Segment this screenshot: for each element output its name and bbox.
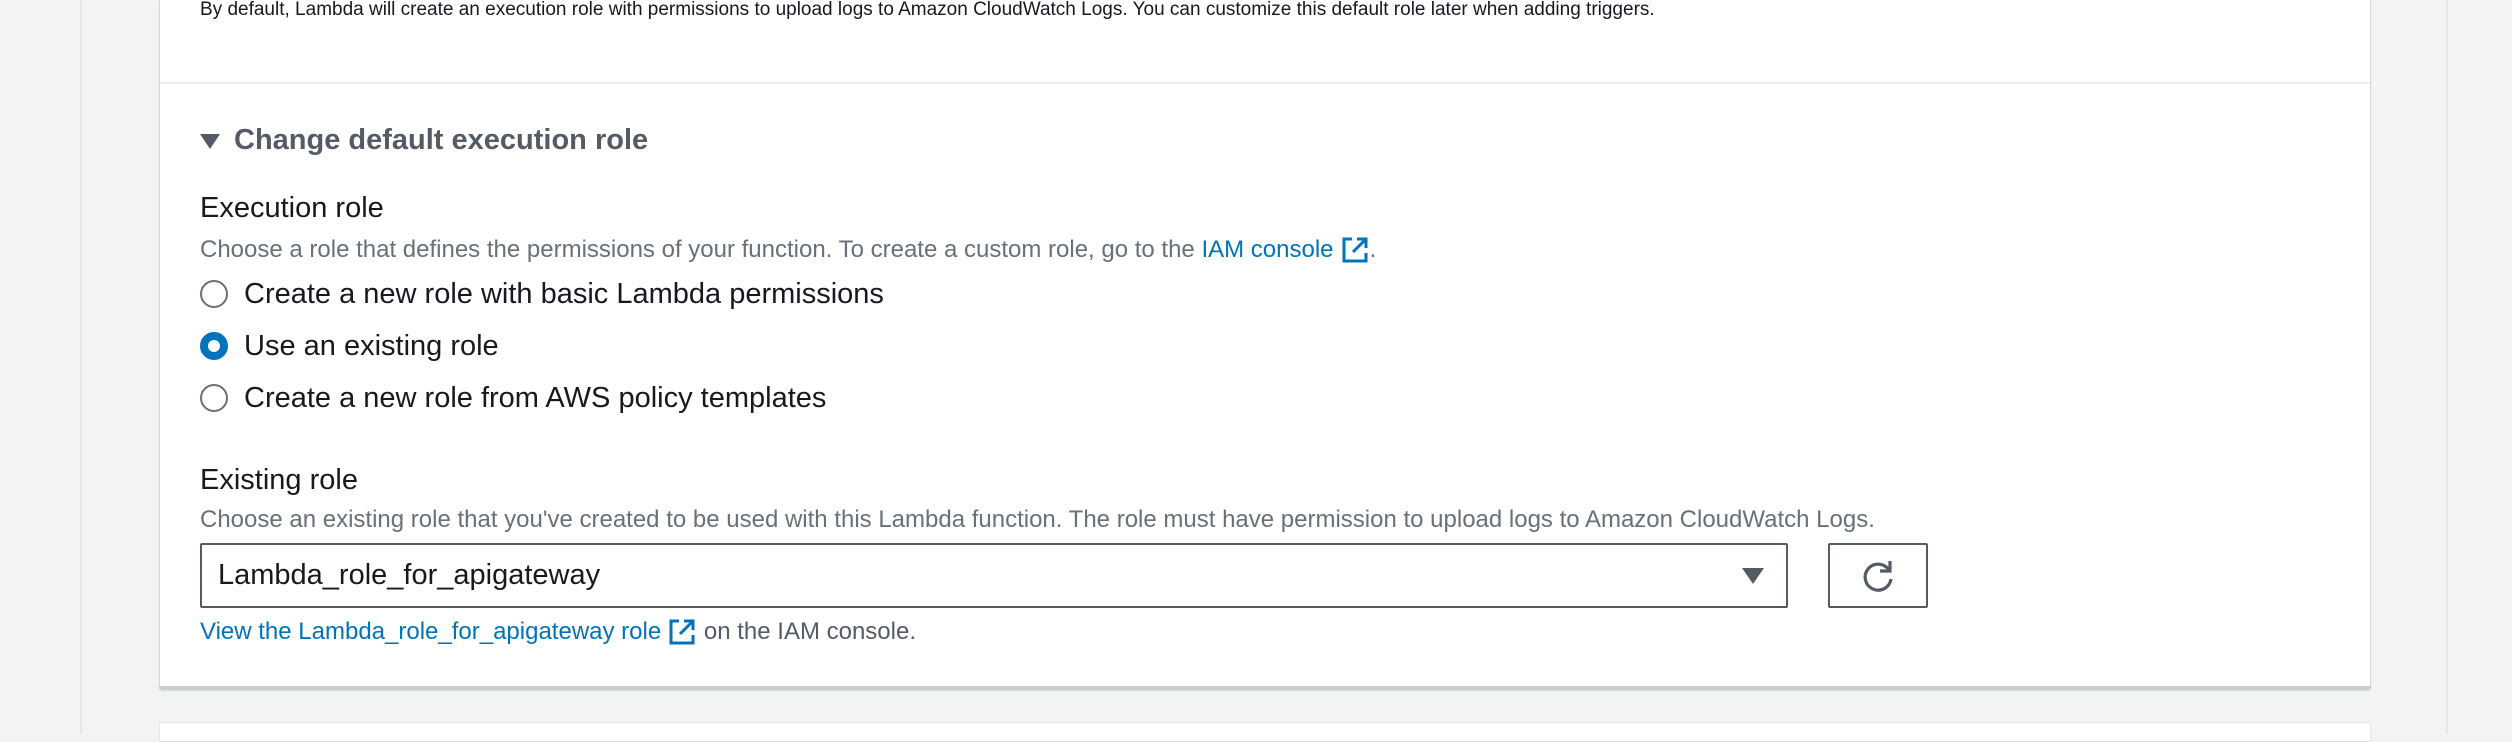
change-execution-role-expander[interactable]: Change default execution role [200, 122, 648, 158]
existing-role-label: Existing role [200, 464, 358, 496]
existing-role-description-text: Choose an existing role that you've crea… [200, 506, 1875, 533]
caret-down-icon [200, 133, 220, 149]
caret-down-icon [1742, 567, 1764, 584]
existing-role-select[interactable]: Lambda_role_for_apigateway [200, 543, 1788, 608]
radio-button[interactable] [200, 280, 228, 308]
radio-label: Create a new role with basic Lambda perm… [244, 277, 884, 310]
radio-create-basic-role[interactable]: Create a new role with basic Lambda perm… [200, 276, 884, 312]
radio-button[interactable] [200, 384, 228, 412]
existing-role-select-value: Lambda_role_for_apigateway [218, 559, 601, 591]
execution-role-label: Execution role [200, 192, 384, 224]
execution-role-description-text: Choose a role that defines the permissio… [200, 236, 1195, 263]
radio-label: Use an existing role [244, 329, 499, 362]
view-role-link[interactable]: View the Lambda_role_for_apigateway role [200, 618, 661, 646]
radio-policy-templates-role[interactable]: Create a new role from AWS policy templa… [200, 380, 826, 416]
iam-console-link[interactable]: IAM console [1201, 236, 1333, 264]
panel-shadow [159, 686, 2371, 689]
description-period: . [1369, 236, 1377, 263]
radio-use-existing-role[interactable]: Use an existing role [200, 328, 499, 364]
external-link-icon[interactable] [1340, 235, 1370, 265]
section-divider [160, 82, 2370, 84]
external-link-icon[interactable] [667, 617, 697, 647]
view-role-suffix: on the IAM console. [703, 618, 916, 645]
view-role-help: View the Lambda_role_for_apigateway role… [200, 614, 916, 650]
expander-label: Change default execution role [234, 123, 649, 156]
refresh-icon [1863, 560, 1893, 592]
radio-button-selected[interactable] [200, 332, 228, 360]
next-panel [159, 722, 2371, 742]
radio-label: Create a new role from AWS policy templa… [244, 381, 827, 414]
existing-role-description: Choose an existing role that you've crea… [200, 502, 1875, 538]
execution-role-description: Choose a role that defines the permissio… [200, 232, 1376, 268]
default-role-note: By default, Lambda will create an execut… [200, 0, 1655, 20]
refresh-roles-button[interactable] [1828, 543, 1928, 608]
